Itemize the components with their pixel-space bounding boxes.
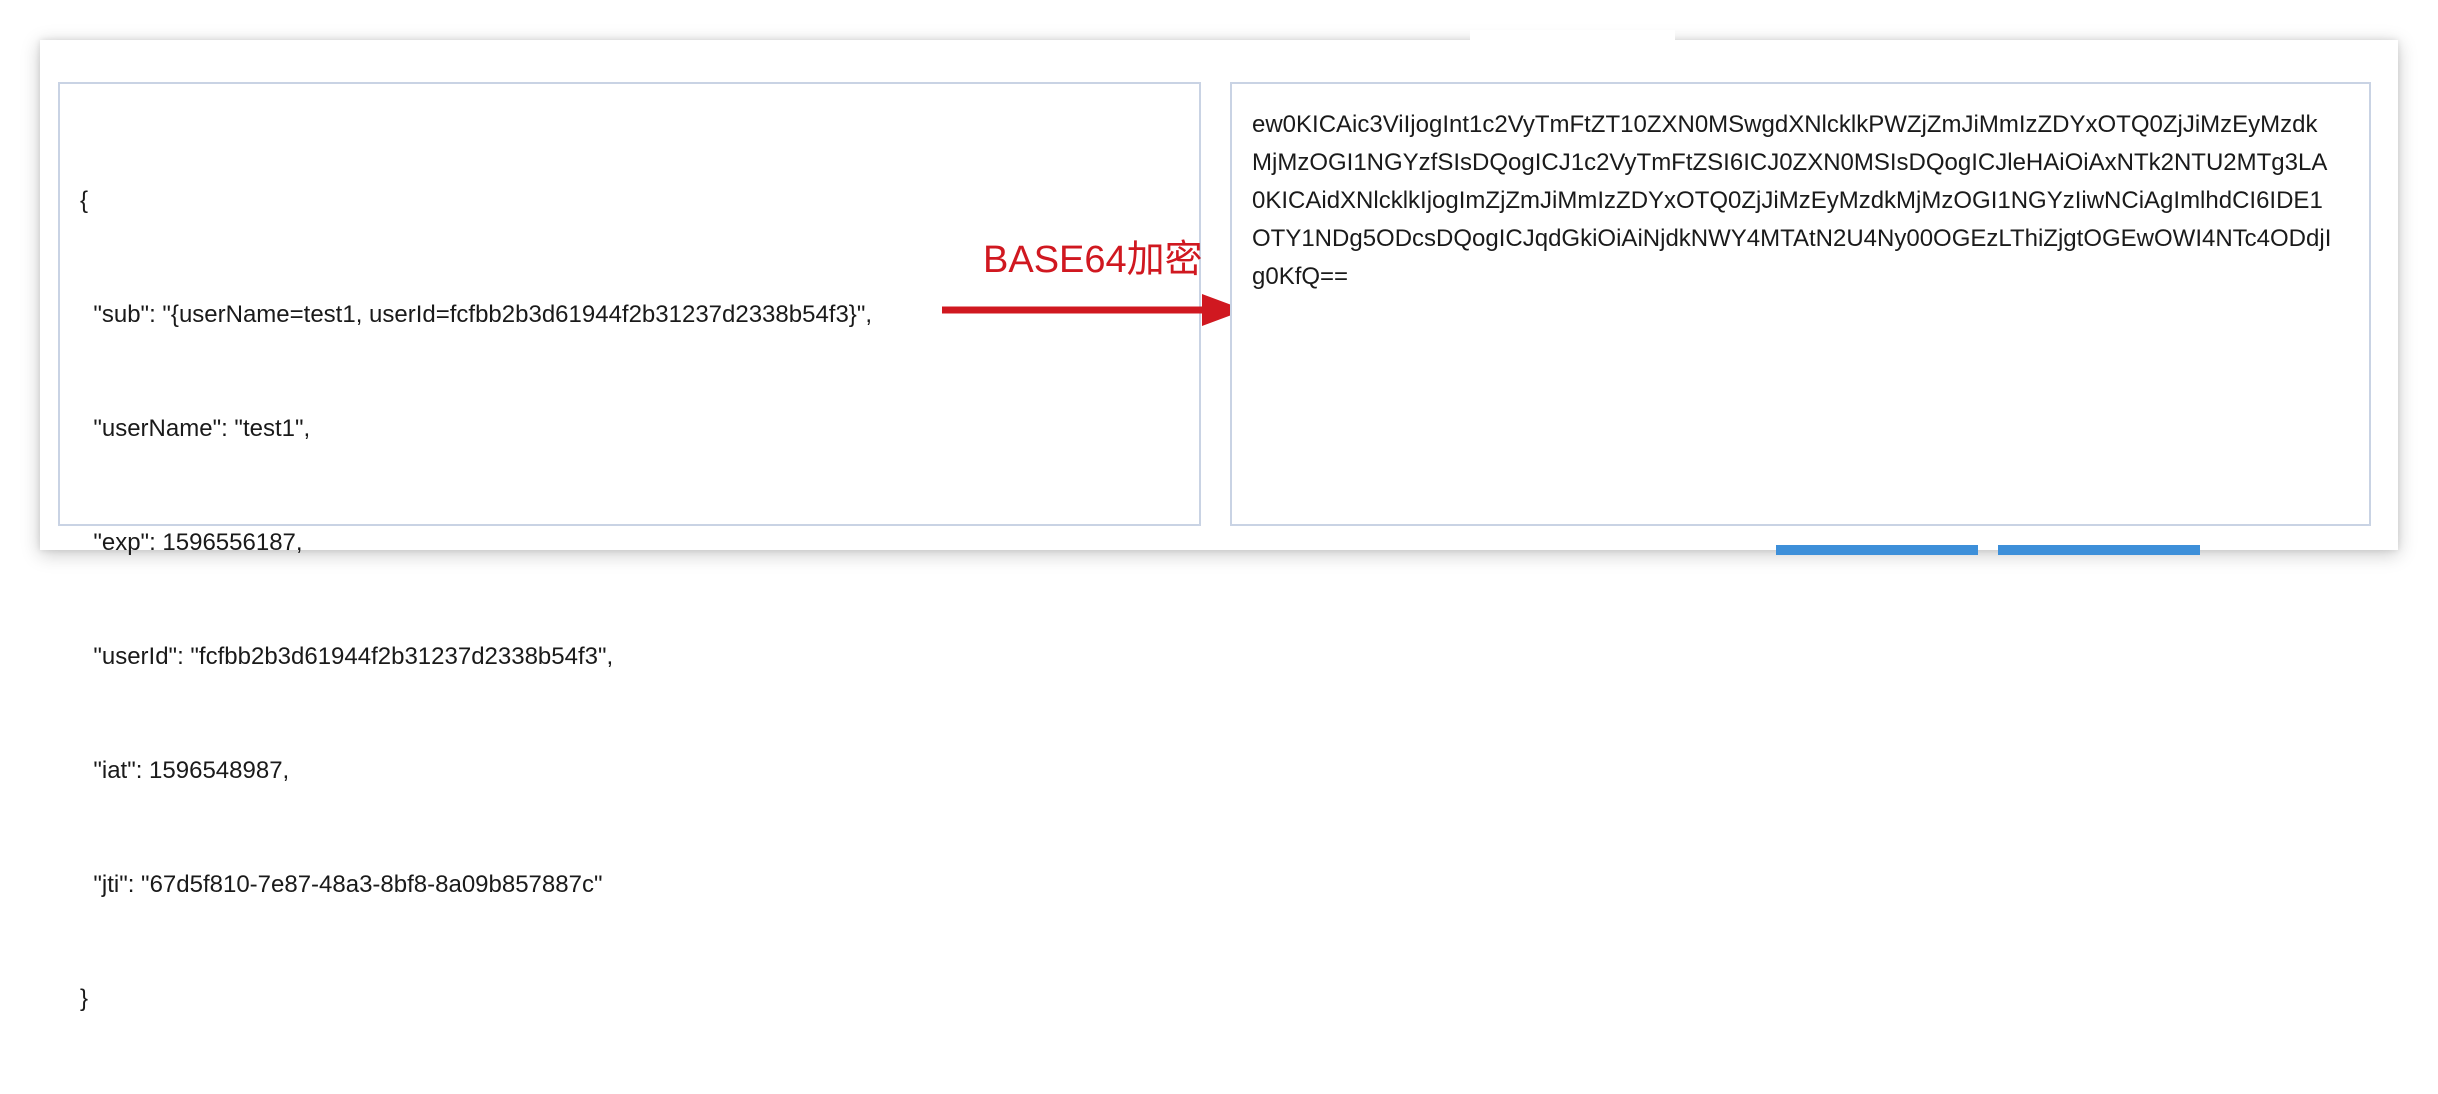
json-line: "jti": "67d5f810-7e87-48a3-8bf8-8a09b857… [80, 871, 603, 898]
json-line: "iat": 1596548987, [80, 757, 290, 784]
json-line: "sub": "{userName=test1, userId=fcfbb2b3… [80, 301, 873, 328]
json-line: { [80, 187, 89, 214]
base64-output-textarea[interactable]: ew0KICAic3ViIjogInt1c2VyTmFtZT10ZXN0MSwg… [1230, 82, 2371, 526]
right-arrow-icon [942, 294, 1245, 326]
dialog-top-tab [1470, 30, 1675, 44]
dialog-button-primary[interactable] [1776, 545, 1978, 555]
json-line: } [80, 985, 89, 1012]
json-line: "exp": 1596556187, [80, 529, 303, 556]
json-content: { "sub": "{userName=test1, userId=fcfbb2… [80, 106, 872, 1094]
base64-content: ew0KICAic3ViIjogInt1c2VyTmFtZT10ZXN0MSwg… [1252, 111, 2332, 290]
base64-encode-label: BASE64加密 [983, 239, 1203, 281]
json-line: "userId": "fcfbb2b3d61944f2b31237d2338b5… [80, 643, 614, 670]
dialog-button-secondary[interactable] [1998, 545, 2200, 555]
json-line: "userName": "test1", [80, 415, 311, 442]
